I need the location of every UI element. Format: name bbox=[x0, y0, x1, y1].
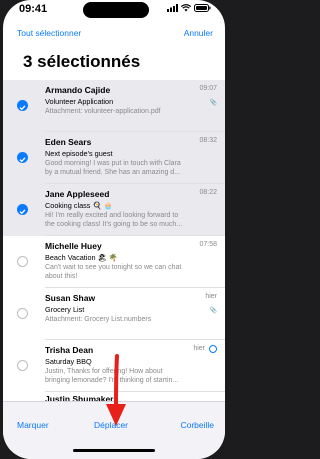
message-preview: Can't wait to see you tonight so we can … bbox=[45, 264, 182, 271]
message-subject: Beach Vacation 🏖 🌴 bbox=[45, 253, 118, 262]
message-preview-line2: about this! bbox=[45, 273, 78, 280]
battery-icon bbox=[194, 4, 211, 12]
select-all-button[interactable]: Tout sélectionner bbox=[17, 28, 81, 38]
message-row[interactable]: Eden Sears 08:32 Next episode's guest Go… bbox=[3, 132, 225, 184]
selection-circle-icon[interactable] bbox=[17, 256, 28, 267]
trash-button[interactable]: Corbeille bbox=[180, 420, 214, 430]
message-content: Trisha Dean hier Saturday BBQ Justin, Th… bbox=[45, 345, 217, 385]
message-preview-line2: bringing lemonade? I'm thinking of start… bbox=[45, 377, 179, 384]
message-subject: Saturday BBQ bbox=[45, 357, 92, 366]
home-indicator bbox=[73, 449, 155, 452]
message-subject: Grocery List bbox=[45, 305, 85, 314]
message-subject: Next episode's guest bbox=[45, 149, 113, 158]
message-sender: Trisha Dean bbox=[45, 345, 94, 355]
message-preview-line2: by a mutual friend. She has an amazing d… bbox=[45, 169, 181, 176]
message-content: Jane Appleseed 08:22 Cooking class 🍳 🧁 H… bbox=[45, 189, 217, 229]
message-row[interactable]: Susan Shaw hier Grocery List Attachment:… bbox=[3, 288, 225, 340]
message-sender: Susan Shaw bbox=[45, 293, 96, 303]
dynamic-island bbox=[83, 2, 149, 18]
selection-circle-icon[interactable] bbox=[17, 308, 28, 319]
message-subject: Volunteer Application bbox=[45, 97, 114, 106]
message-row[interactable]: Trisha Dean hier Saturday BBQ Justin, Th… bbox=[3, 340, 225, 392]
phone-frame: 09:41 Tout sélectionner Annuler 3 sélect… bbox=[0, 0, 228, 459]
message-row[interactable]: Armando Cajide 09:07 Volunteer Applicati… bbox=[3, 80, 225, 132]
message-preview-line2: the cooking class! It's going to be so m… bbox=[45, 221, 183, 228]
message-preview: Hi! I'm really excited and looking forwa… bbox=[45, 212, 179, 219]
message-sender: Armando Cajide bbox=[45, 85, 111, 95]
message-date: 08:22 bbox=[199, 189, 217, 196]
message-content: Michelle Huey 07:58 Beach Vacation 🏖 🌴 C… bbox=[45, 241, 217, 281]
message-date: hier bbox=[205, 293, 217, 300]
mail-screen: 09:41 Tout sélectionner Annuler 3 sélect… bbox=[3, 0, 225, 459]
status-time: 09:41 bbox=[19, 3, 48, 15]
message-date: hier bbox=[193, 345, 205, 352]
message-date: 09:07 bbox=[199, 85, 217, 92]
status-icons bbox=[167, 4, 211, 12]
bottom-toolbar: Marquer Déplacer Corbeille bbox=[3, 401, 225, 459]
message-content: Eden Sears 08:32 Next episode's guest Go… bbox=[45, 137, 217, 177]
message-preview: Attachment: volunteer-application.pdf bbox=[45, 108, 161, 115]
paperclip-icon: 📎 bbox=[209, 308, 217, 314]
message-sender: Michelle Huey bbox=[45, 241, 102, 251]
signal-icon bbox=[167, 4, 178, 12]
cancel-button[interactable]: Annuler bbox=[184, 28, 213, 38]
message-preview: Attachment: Grocery List.numbers bbox=[45, 316, 152, 323]
page-title: 3 sélectionnés bbox=[23, 52, 141, 71]
message-subject: Cooking class 🍳 🧁 bbox=[45, 201, 113, 210]
message-row[interactable]: Jane Appleseed 08:22 Cooking class 🍳 🧁 H… bbox=[3, 184, 225, 236]
message-list: Armando Cajide 09:07 Volunteer Applicati… bbox=[3, 80, 225, 406]
message-content: Armando Cajide 09:07 Volunteer Applicati… bbox=[45, 85, 217, 116]
message-date: 07:58 bbox=[199, 241, 217, 248]
message-sender: Jane Appleseed bbox=[45, 189, 110, 199]
info-chevron-icon[interactable] bbox=[209, 345, 217, 353]
status-bar: 09:41 bbox=[3, 0, 225, 22]
checkmark-icon[interactable] bbox=[17, 152, 28, 163]
paperclip-icon: 📎 bbox=[209, 100, 217, 106]
message-sender: Eden Sears bbox=[45, 137, 92, 147]
mark-button[interactable]: Marquer bbox=[17, 420, 49, 430]
selection-circle-icon[interactable] bbox=[17, 360, 28, 371]
message-preview: Good morning! I was put in touch with Cl… bbox=[45, 160, 181, 167]
top-nav: Tout sélectionner Annuler bbox=[3, 22, 225, 42]
checkmark-icon[interactable] bbox=[17, 204, 28, 215]
message-row[interactable]: Michelle Huey 07:58 Beach Vacation 🏖 🌴 C… bbox=[3, 236, 225, 288]
wifi-icon bbox=[181, 4, 191, 12]
move-button[interactable]: Déplacer bbox=[94, 420, 128, 430]
checkmark-icon[interactable] bbox=[17, 100, 28, 111]
message-content: Susan Shaw hier Grocery List Attachment:… bbox=[45, 293, 217, 324]
message-date: 08:32 bbox=[199, 137, 217, 144]
message-preview: Justin, Thanks for offering! How about bbox=[45, 368, 163, 375]
